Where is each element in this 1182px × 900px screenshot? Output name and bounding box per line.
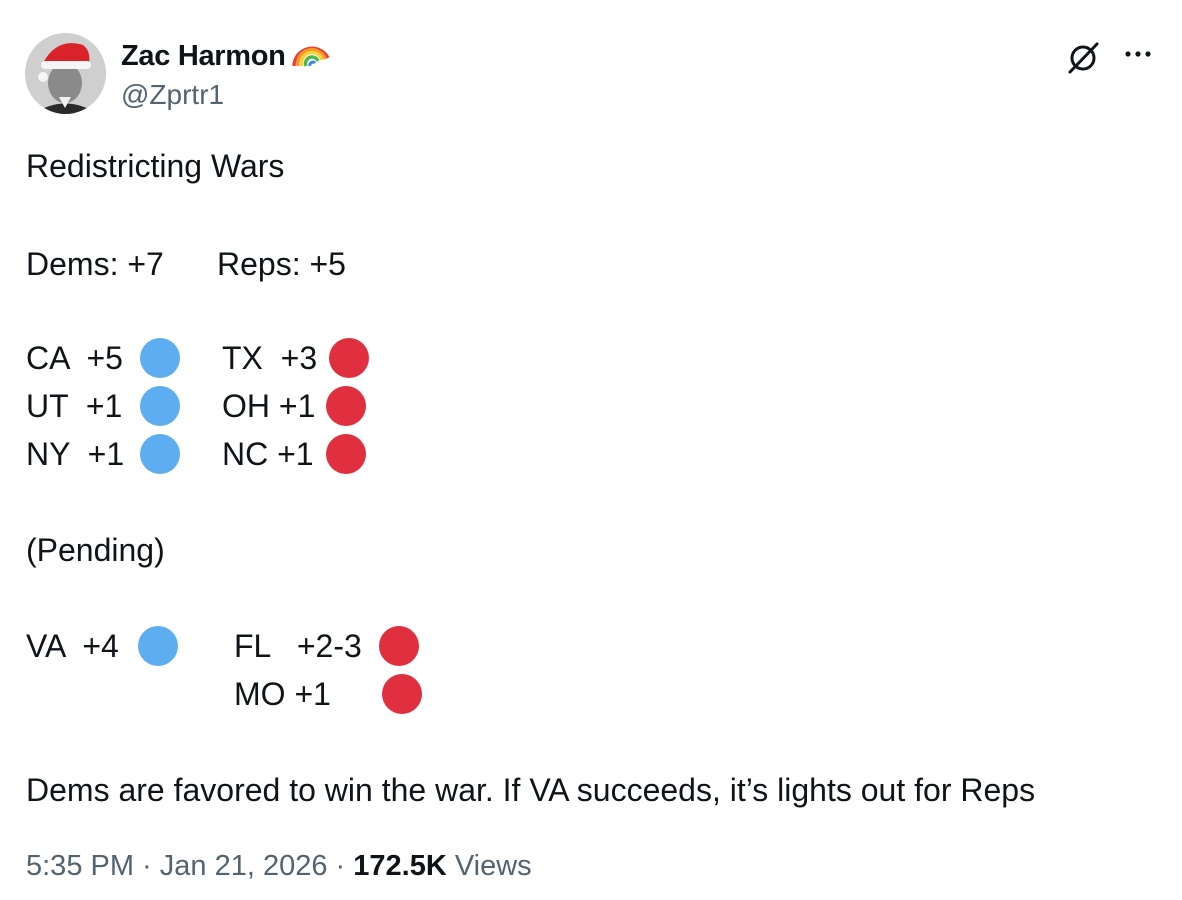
red-circle-icon: [326, 434, 366, 474]
views-label: Views: [446, 850, 532, 882]
blue-circle-icon: [138, 626, 178, 666]
dem-row: CA +5: [26, 340, 123, 376]
blue-circle-icon: [140, 434, 180, 474]
blue-circle-icon: [140, 386, 180, 426]
red-circle-icon: [326, 386, 366, 426]
views-count[interactable]: 172.5K: [353, 850, 447, 882]
red-circle-icon: [379, 626, 419, 666]
dem-row: UT +1: [26, 388, 123, 424]
pending-label: (Pending): [26, 532, 165, 568]
avatar-image: [25, 33, 106, 114]
reps-total: Reps: +5: [217, 246, 346, 282]
pending-dem-row: VA +4: [26, 628, 119, 664]
author-display-name[interactable]: Zac Harmon: [121, 38, 330, 73]
post-metadata: 5:35 PM · Jan 21, 2026 · 172.5K Views: [26, 850, 532, 883]
meta-separator: ·: [134, 850, 160, 882]
grok-icon[interactable]: [1063, 38, 1103, 78]
blue-circle-icon: [140, 338, 180, 378]
pending-rep-row: FL +2-3: [234, 628, 362, 664]
tweet: Zac Harmon @Zprtr1 Redistricting Wars De…: [0, 0, 1182, 900]
rainbow-icon: [291, 46, 330, 67]
post-date[interactable]: Jan 21, 2026: [160, 850, 328, 882]
post-time[interactable]: 5:35 PM: [26, 850, 134, 882]
post-title: Redistricting Wars: [26, 148, 285, 184]
rep-row: NC +1: [222, 436, 314, 472]
meta-separator: ·: [327, 850, 354, 882]
author-name-text: Zac Harmon: [121, 40, 286, 72]
avatar[interactable]: [25, 33, 106, 114]
author-handle[interactable]: @Zprtr1: [121, 79, 224, 111]
red-circle-icon: [329, 338, 369, 378]
red-circle-icon: [382, 674, 422, 714]
rep-row: OH +1: [222, 388, 316, 424]
more-icon[interactable]: [1118, 38, 1158, 78]
post-conclusion: Dems are favored to win the war. If VA s…: [26, 772, 1036, 808]
dems-total: Dems: +7: [26, 246, 164, 282]
dem-row: NY +1: [26, 436, 125, 472]
rep-row: TX +3: [222, 340, 318, 376]
pending-rep-row: MO +1: [234, 676, 331, 712]
